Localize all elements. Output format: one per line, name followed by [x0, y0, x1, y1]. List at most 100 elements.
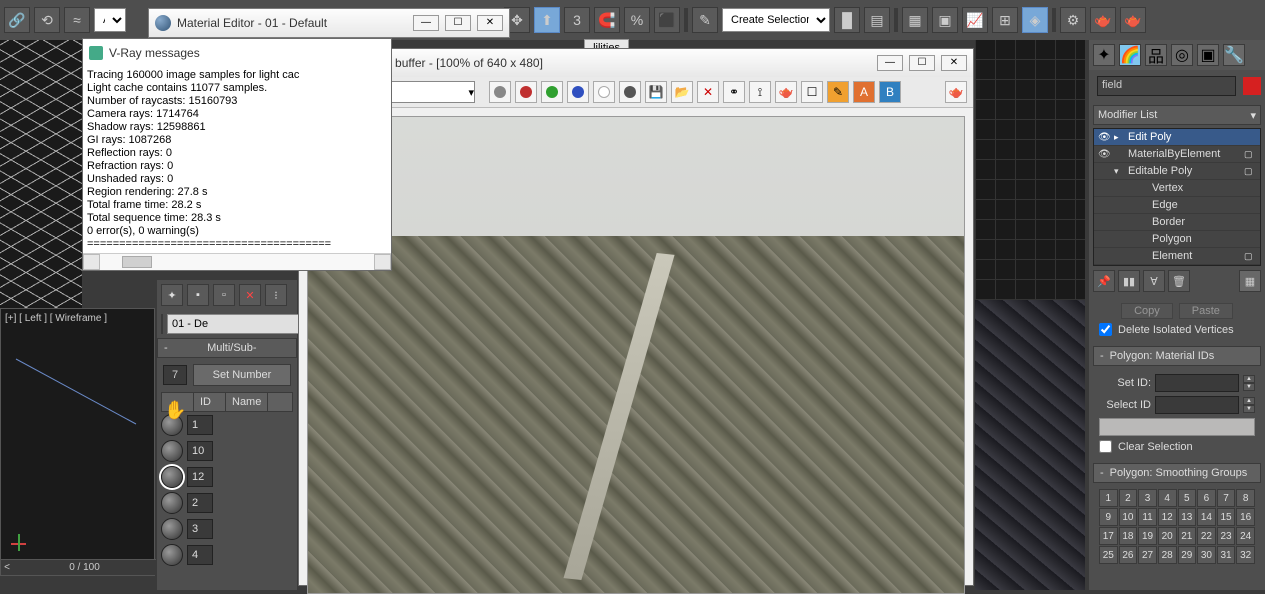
viewport-left[interactable]: [+] [ Left ] [ Wireframe ] < 0 / 100 — [0, 308, 155, 576]
align-icon[interactable]: ▤ — [864, 7, 890, 33]
smoothing-group-button[interactable]: 20 — [1158, 527, 1177, 545]
mirror-icon[interactable]: ▐▌ — [834, 7, 860, 33]
set-id-input[interactable] — [1155, 374, 1239, 392]
multi-sub-header[interactable]: -Multi/Sub- — [157, 338, 297, 358]
modifier-stack-item[interactable]: Vertex — [1094, 180, 1260, 197]
material-sphere-icon[interactable] — [161, 518, 183, 540]
pin-icon[interactable]: ▢ — [1244, 149, 1256, 160]
smoothing-group-button[interactable]: 32 — [1236, 546, 1255, 564]
select-id-label[interactable]: Select ID — [1099, 399, 1151, 411]
smoothing-groups-rollout-header[interactable]: -Polygon: Smoothing Groups — [1093, 463, 1261, 483]
track-mouse-icon[interactable]: ⟟ — [749, 81, 771, 103]
compare-b-icon[interactable]: B — [879, 81, 901, 103]
material-id-cell[interactable]: 4 — [187, 545, 213, 565]
modifier-stack-item[interactable]: Border — [1094, 214, 1260, 231]
vray-fb-titlebar[interactable]: V-Ray frame buffer - [100% of 640 x 480]… — [299, 49, 973, 77]
smoothing-group-button[interactable]: 1 — [1099, 489, 1118, 507]
smoothing-group-button[interactable]: 11 — [1138, 508, 1157, 526]
smoothing-group-button[interactable]: 18 — [1119, 527, 1138, 545]
material-name-dropdown[interactable] — [1099, 418, 1255, 436]
scroll-thumb[interactable] — [122, 256, 152, 268]
scroll-right-icon[interactable] — [374, 254, 391, 270]
material-row[interactable]: 10 — [161, 438, 293, 464]
render-setup-icon[interactable]: ⚙ — [1060, 7, 1086, 33]
filter-dropdown[interactable]: All — [94, 8, 126, 32]
render-frame-icon[interactable]: 🫖 — [1090, 7, 1116, 33]
maximize-button[interactable]: ☐ — [909, 55, 935, 71]
viewport-perspective[interactable] — [975, 300, 1085, 590]
channel-alpha-icon[interactable] — [593, 81, 615, 103]
smoothing-group-button[interactable]: 21 — [1178, 527, 1197, 545]
smoothing-group-button[interactable]: 14 — [1197, 508, 1216, 526]
paste-button[interactable]: Paste — [1179, 303, 1233, 319]
spinner-down-icon[interactable]: ▼ — [1243, 383, 1255, 391]
minimize-button[interactable]: — — [877, 55, 903, 71]
modifier-list-dropdown[interactable]: Modifier List▾ — [1093, 105, 1261, 125]
viewport-left-label[interactable]: [+] [ Left ] [ Wireframe ] — [5, 313, 107, 324]
modify-tab-icon[interactable]: 🌈 — [1119, 44, 1141, 66]
smoothing-group-button[interactable]: 19 — [1138, 527, 1157, 545]
smoothing-group-button[interactable]: 10 — [1119, 508, 1138, 526]
smoothing-group-button[interactable]: 4 — [1158, 489, 1177, 507]
material-row[interactable]: 3 — [161, 516, 293, 542]
smoothing-group-button[interactable]: 7 — [1217, 489, 1236, 507]
minimize-button[interactable]: — — [413, 15, 439, 31]
object-color-swatch[interactable] — [1243, 77, 1261, 95]
link-icon[interactable]: 🔗 — [4, 7, 30, 33]
modifier-stack-item[interactable]: Element▢ — [1094, 248, 1260, 265]
pin-icon[interactable]: ▢ — [1244, 166, 1256, 177]
render-icon[interactable]: 🫖 — [1120, 7, 1146, 33]
expand-icon[interactable]: ▸ — [1114, 132, 1124, 143]
smoothing-group-button[interactable]: 6 — [1197, 489, 1216, 507]
material-id-cell[interactable]: 10 — [187, 441, 213, 461]
material-ids-rollout-header[interactable]: -Polygon: Material IDs — [1093, 346, 1261, 366]
smoothing-group-button[interactable]: 26 — [1119, 546, 1138, 564]
delete-icon[interactable]: ✕ — [239, 284, 261, 306]
link-pdplayer-icon[interactable]: ⚭ — [723, 81, 745, 103]
material-sphere-icon[interactable] — [161, 466, 183, 488]
material-id-cell[interactable]: 2 — [187, 493, 213, 513]
modifier-stack-item[interactable]: Edge — [1094, 197, 1260, 214]
make-unique-icon[interactable]: ∀ — [1143, 270, 1165, 292]
wave-icon[interactable]: ≈ — [64, 7, 90, 33]
edit-icon[interactable]: ✎ — [692, 7, 718, 33]
close-button[interactable]: ✕ — [941, 55, 967, 71]
smoothing-group-button[interactable]: 16 — [1236, 508, 1255, 526]
region-icon[interactable]: 🫖 — [775, 81, 797, 103]
configure-icon[interactable]: ▦ — [1239, 270, 1261, 292]
pin-icon[interactable]: ▢ — [1244, 251, 1256, 262]
material-sphere-icon[interactable] — [161, 440, 183, 462]
material-id-cell[interactable]: 12 — [187, 467, 213, 487]
spinner-up-icon[interactable]: ▲ — [1243, 397, 1255, 405]
smoothing-group-button[interactable]: 25 — [1099, 546, 1118, 564]
modifier-stack-item[interactable]: Polygon — [1094, 231, 1260, 248]
object-name-input[interactable]: field — [1097, 76, 1236, 96]
eyedropper-icon[interactable] — [161, 314, 163, 334]
material-sphere-icon[interactable] — [161, 492, 183, 514]
percent-icon[interactable]: % — [624, 7, 650, 33]
channel-green-icon[interactable] — [541, 81, 563, 103]
expand-icon[interactable]: ▾ — [1114, 166, 1124, 177]
smoothing-group-button[interactable]: 8 — [1236, 489, 1255, 507]
stop-icon[interactable]: ☐ — [801, 81, 823, 103]
smoothing-group-button[interactable]: 17 — [1099, 527, 1118, 545]
visibility-icon[interactable]: 👁 — [1098, 149, 1110, 160]
pin-stack-icon[interactable]: 📌 — [1093, 270, 1115, 292]
channel-mono-icon[interactable] — [619, 81, 641, 103]
smoothing-group-button[interactable]: 9 — [1099, 508, 1118, 526]
smoothing-group-button[interactable]: 29 — [1178, 546, 1197, 564]
smoothing-group-button[interactable]: 30 — [1197, 546, 1216, 564]
channel-blue-icon[interactable] — [567, 81, 589, 103]
create-tab-icon[interactable]: ✦ — [1093, 44, 1115, 66]
material-row[interactable]: 12 — [161, 464, 293, 490]
utilities-tab-icon[interactable]: 🔧 — [1223, 44, 1245, 66]
scale-icon[interactable]: ⬛ — [654, 7, 680, 33]
save-icon[interactable]: 💾 — [645, 81, 667, 103]
modifier-stack-item[interactable]: 👁MaterialByElement▢ — [1094, 146, 1260, 163]
material-name-input[interactable] — [167, 314, 319, 334]
selection-set-dropdown[interactable]: Create Selection Se — [722, 8, 830, 32]
vray-messages-scrollbar[interactable] — [83, 253, 391, 270]
smoothing-group-button[interactable]: 3 — [1138, 489, 1157, 507]
spinner-up-icon[interactable]: ▲ — [1243, 375, 1255, 383]
smoothing-group-button[interactable]: 22 — [1197, 527, 1216, 545]
